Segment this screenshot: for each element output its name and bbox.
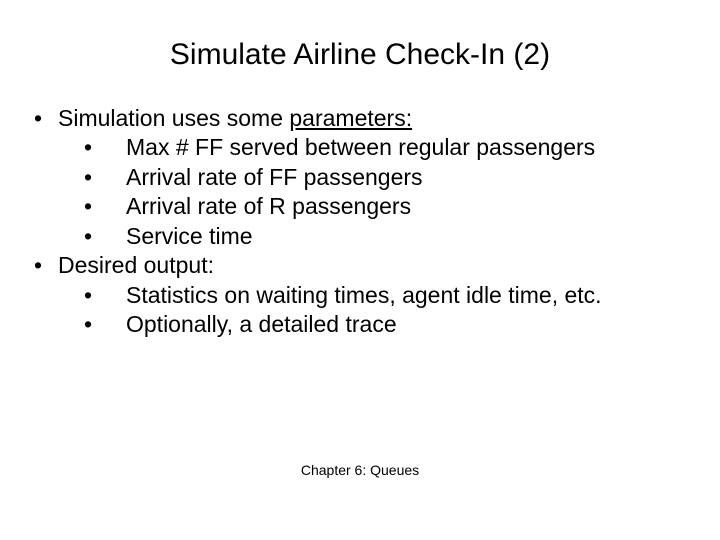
list-item: • Simulation uses some parameters: bbox=[18, 104, 690, 133]
list-item: • Desired output: bbox=[18, 251, 690, 280]
bullet-icon: • bbox=[18, 104, 58, 133]
slide-title: Simulate Airline Check-In (2) bbox=[0, 0, 720, 104]
bullet-icon: • bbox=[76, 133, 126, 162]
sub-list: • Max # FF served between regular passen… bbox=[18, 133, 690, 251]
slide-footer: Chapter 6: Queues bbox=[0, 462, 720, 478]
list-item: • Statistics on waiting times, agent idl… bbox=[76, 281, 690, 310]
text-run-underlined: parameters: bbox=[289, 105, 412, 131]
list-item-text: Optionally, a detailed trace bbox=[126, 310, 690, 339]
slide-body: • Simulation uses some parameters: • Max… bbox=[0, 104, 720, 340]
list-item: • Service time bbox=[76, 222, 690, 251]
list-item: • Optionally, a detailed trace bbox=[76, 310, 690, 339]
list-item-text: Arrival rate of FF passengers bbox=[126, 163, 690, 192]
list-item-text: Simulation uses some parameters: bbox=[58, 104, 690, 133]
bullet-icon: • bbox=[76, 222, 126, 251]
bullet-icon: • bbox=[76, 192, 126, 221]
list-item-text: Max # FF served between regular passenge… bbox=[126, 133, 690, 162]
text-run: Simulation uses some bbox=[58, 105, 289, 131]
bullet-icon: • bbox=[76, 163, 126, 192]
bullet-icon: • bbox=[18, 251, 58, 280]
bullet-icon: • bbox=[76, 281, 126, 310]
list-item-text: Arrival rate of R passengers bbox=[126, 192, 690, 221]
sub-list: • Statistics on waiting times, agent idl… bbox=[18, 281, 690, 340]
list-item: • Max # FF served between regular passen… bbox=[76, 133, 690, 162]
bullet-icon: • bbox=[76, 310, 126, 339]
list-item: • Arrival rate of FF passengers bbox=[76, 163, 690, 192]
list-item-text: Desired output: bbox=[58, 251, 690, 280]
list-item: • Arrival rate of R passengers bbox=[76, 192, 690, 221]
list-item-text: Service time bbox=[126, 222, 690, 251]
list-item-text: Statistics on waiting times, agent idle … bbox=[126, 281, 690, 310]
